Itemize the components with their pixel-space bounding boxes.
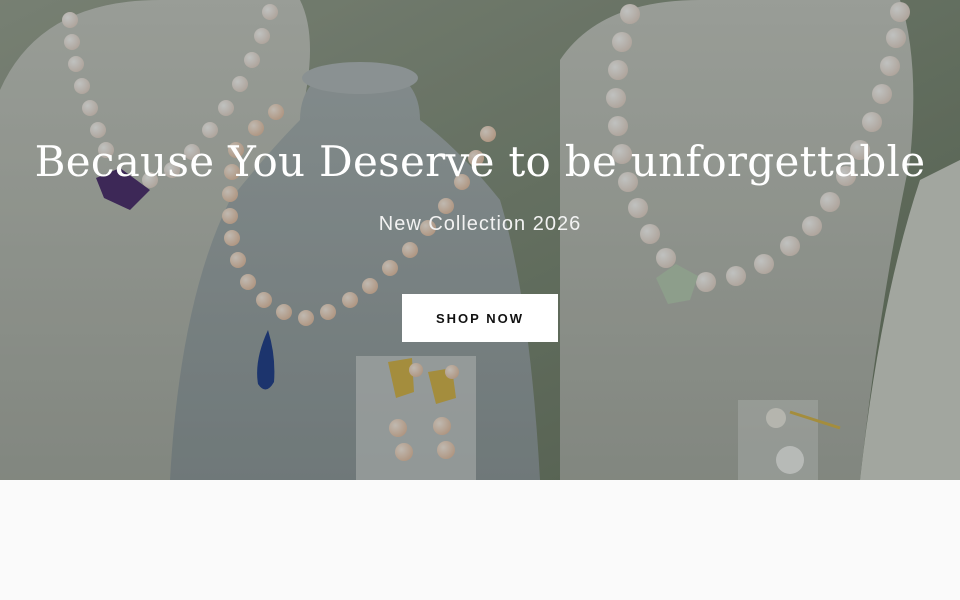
below-hero-section	[0, 480, 960, 600]
hero-headline: Because You Deserve to be unforgettable	[34, 137, 926, 186]
shop-now-button[interactable]: SHOP NOW	[402, 294, 558, 342]
hero-banner: Because You Deserve to be unforgettable …	[0, 0, 960, 480]
hero-subheadline: New Collection 2026	[378, 213, 582, 235]
hero-content: Because You Deserve to be unforgettable …	[0, 0, 960, 480]
